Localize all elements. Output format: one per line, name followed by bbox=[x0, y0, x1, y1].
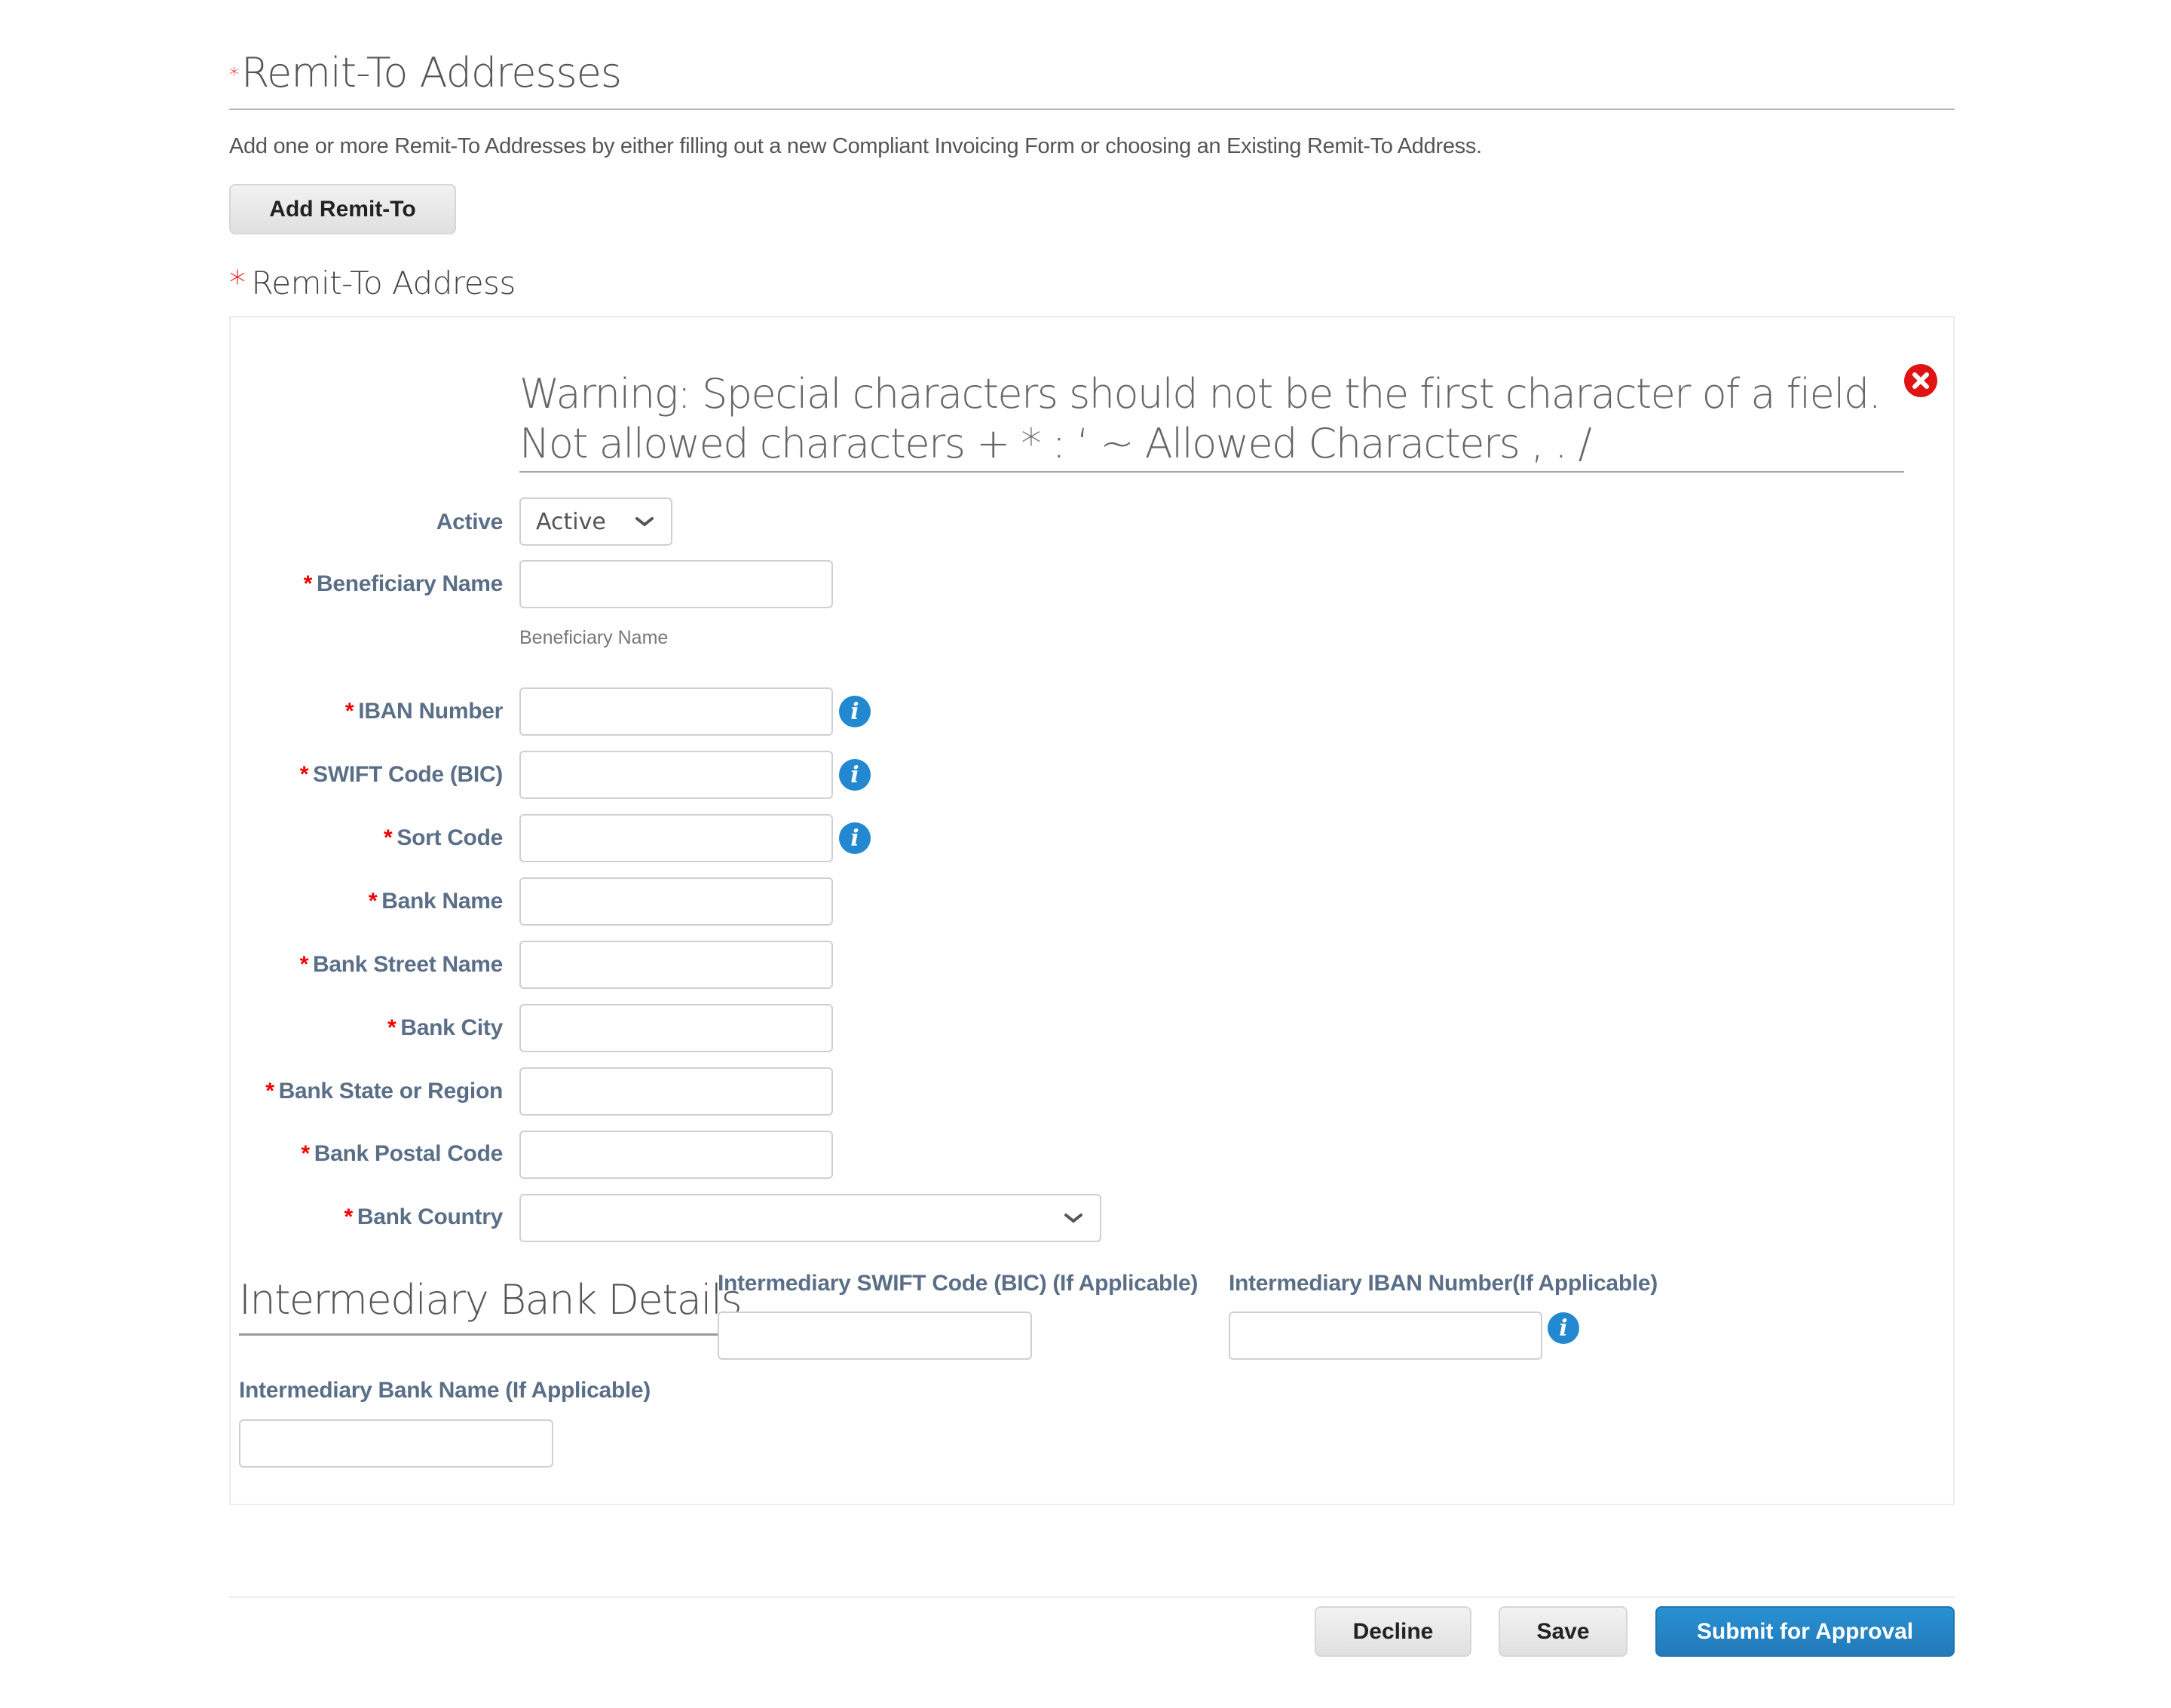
save-button[interactable]: Save bbox=[1499, 1606, 1627, 1657]
section-title-text: Remit-To Addresses bbox=[241, 49, 622, 96]
header-divider bbox=[229, 109, 1955, 110]
bank-city-label: * Bank City bbox=[387, 1015, 503, 1040]
bank-city-input[interactable] bbox=[519, 1004, 833, 1052]
beneficiary-name-helper: Beneficiary Name bbox=[519, 627, 669, 648]
bank-street-name-label: * Bank Street Name bbox=[299, 952, 504, 977]
remit-to-address-title: * Remit-To Address bbox=[229, 262, 516, 305]
intermediary-divider bbox=[239, 1333, 718, 1336]
section-title: *Remit-To Addresses bbox=[229, 47, 622, 102]
remit-to-address-title-text: Remit-To Address bbox=[251, 265, 516, 302]
required-marker: * bbox=[229, 264, 246, 302]
bank-state-label: * Bank State or Region bbox=[265, 1079, 503, 1103]
iban-number-input[interactable] bbox=[519, 687, 833, 736]
close-circle-icon[interactable] bbox=[1904, 364, 1937, 397]
add-remit-to-button[interactable]: Add Remit-To bbox=[229, 184, 456, 234]
intermediary-swift-label: Intermediary SWIFT Code (BIC) (If Applic… bbox=[718, 1271, 1199, 1296]
bank-country-label: * Bank Country bbox=[344, 1204, 504, 1229]
intermediary-bank-name-label: Intermediary Bank Name (If Applicable) bbox=[239, 1378, 651, 1403]
intermediary-swift-input[interactable] bbox=[718, 1312, 1032, 1360]
warning-message: Warning: Special characters should not b… bbox=[519, 370, 1882, 467]
swift-code-label: * SWIFT Code (BIC) bbox=[299, 762, 504, 787]
sort-code-label: * Sort Code bbox=[383, 825, 503, 850]
info-icon[interactable]: i bbox=[1548, 1312, 1579, 1344]
chevron-down-icon bbox=[635, 517, 654, 527]
beneficiary-name-label: * Beneficiary Name bbox=[303, 571, 504, 596]
info-icon[interactable]: i bbox=[839, 696, 871, 727]
bank-name-input[interactable] bbox=[519, 877, 833, 926]
bank-state-input[interactable] bbox=[519, 1067, 833, 1116]
required-marker: * bbox=[229, 64, 239, 87]
bank-name-label: * Bank Name bbox=[368, 889, 503, 914]
beneficiary-name-input[interactable] bbox=[519, 560, 833, 608]
chevron-down-icon bbox=[1064, 1214, 1082, 1223]
active-label: Active bbox=[436, 510, 504, 534]
iban-number-label: * IBAN Number bbox=[344, 699, 503, 724]
submit-for-approval-button[interactable]: Submit for Approval bbox=[1655, 1606, 1955, 1657]
active-select[interactable]: Active bbox=[519, 497, 672, 546]
bank-postal-code-input[interactable] bbox=[519, 1131, 833, 1179]
swift-code-input[interactable] bbox=[519, 751, 833, 799]
footer-divider bbox=[229, 1596, 1955, 1598]
info-icon[interactable]: i bbox=[839, 822, 871, 854]
intermediary-bank-details-title: Intermediary Bank Details bbox=[239, 1276, 743, 1324]
intermediary-bank-name-input[interactable] bbox=[239, 1419, 553, 1468]
bank-street-name-input[interactable] bbox=[519, 941, 833, 989]
info-icon[interactable]: i bbox=[839, 759, 871, 791]
sort-code-input[interactable] bbox=[519, 814, 833, 862]
section-description: Add one or more Remit-To Addresses by ei… bbox=[229, 134, 1482, 158]
bank-postal-code-label: * Bank Postal Code bbox=[301, 1141, 503, 1166]
bank-country-select[interactable] bbox=[519, 1194, 1101, 1242]
decline-button[interactable]: Decline bbox=[1315, 1606, 1471, 1657]
intermediary-iban-label: Intermediary IBAN Number(If Applicable) bbox=[1229, 1271, 1658, 1296]
warning-divider bbox=[519, 471, 1904, 473]
active-select-value: Active bbox=[536, 508, 606, 535]
intermediary-iban-input[interactable] bbox=[1229, 1312, 1542, 1360]
